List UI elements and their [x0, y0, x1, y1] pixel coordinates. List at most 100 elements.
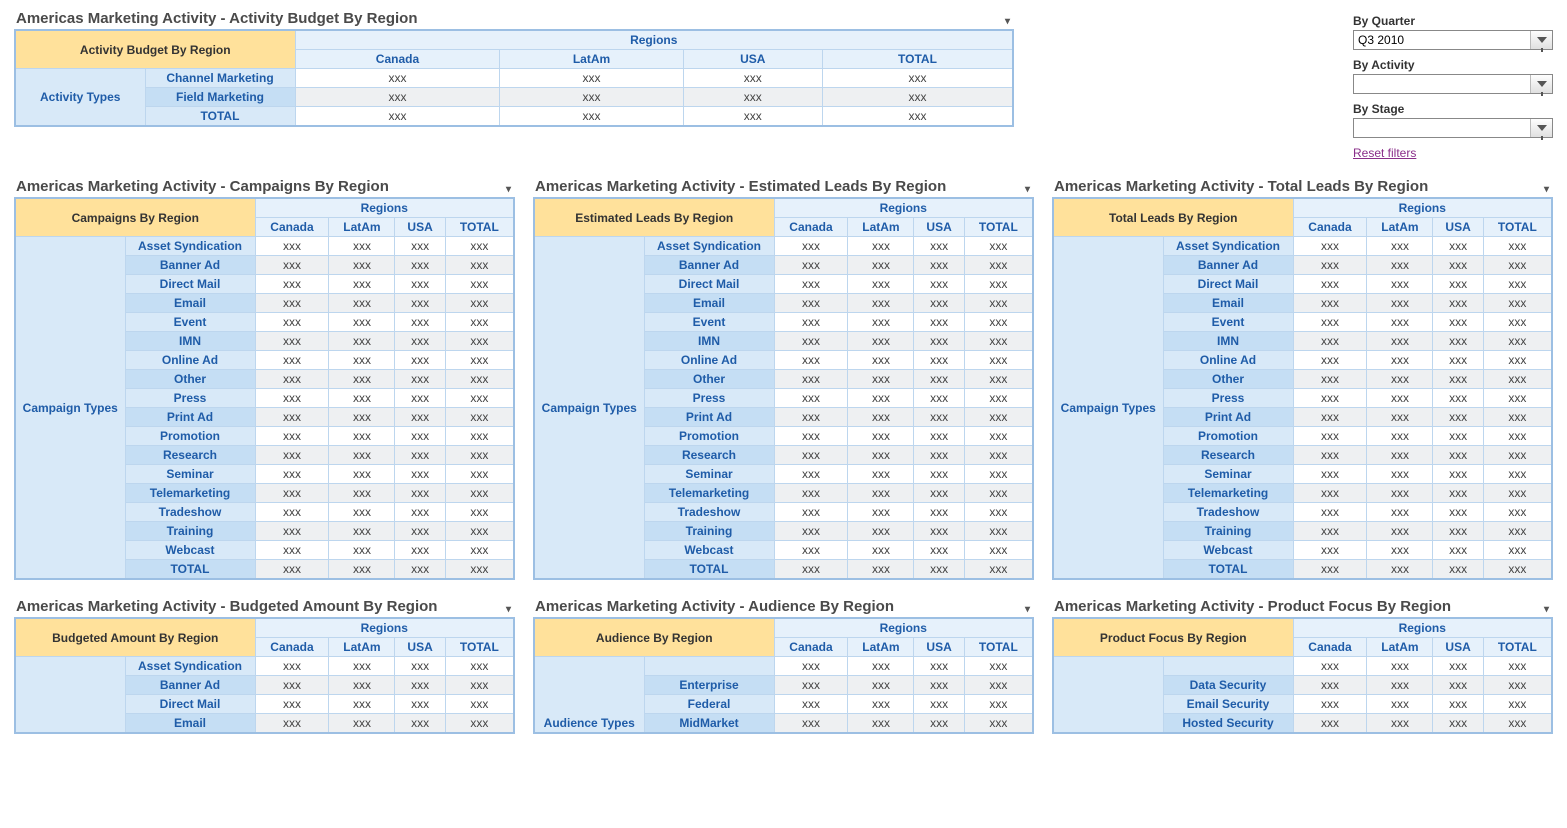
- row-header[interactable]: Direct Mail: [644, 275, 774, 294]
- row-header[interactable]: Event: [125, 313, 255, 332]
- row-header[interactable]: Print Ad: [125, 408, 255, 427]
- row-header[interactable]: Asset Syndication: [1163, 237, 1293, 256]
- column-header[interactable]: USA: [1433, 218, 1483, 237]
- column-header[interactable]: Canada: [1293, 218, 1367, 237]
- row-header[interactable]: IMN: [644, 332, 774, 351]
- row-header[interactable]: Seminar: [125, 465, 255, 484]
- row-header[interactable]: Enterprise: [644, 676, 774, 695]
- column-header[interactable]: USA: [395, 218, 445, 237]
- row-group-header[interactable]: Campaign Types: [534, 237, 644, 580]
- row-group-header[interactable]: Campaign Types: [1053, 237, 1163, 580]
- column-header[interactable]: LatAm: [329, 218, 395, 237]
- column-header[interactable]: LatAm: [1367, 218, 1433, 237]
- column-header[interactable]: USA: [683, 50, 822, 69]
- row-header[interactable]: Asset Syndication: [125, 237, 255, 256]
- widget-menu-icon[interactable]: ▾: [1021, 604, 1034, 615]
- row-header[interactable]: Banner Ad: [1163, 256, 1293, 275]
- widget-menu-icon[interactable]: ▾: [502, 184, 515, 195]
- row-header[interactable]: Research: [125, 446, 255, 465]
- row-header[interactable]: TOTAL: [145, 107, 295, 127]
- filter-quarter-input[interactable]: [1354, 31, 1530, 49]
- row-header[interactable]: Webcast: [125, 541, 255, 560]
- row-header[interactable]: IMN: [1163, 332, 1293, 351]
- row-header[interactable]: TOTAL: [125, 560, 255, 580]
- row-group-header[interactable]: [15, 657, 125, 734]
- row-header[interactable]: Banner Ad: [125, 676, 255, 695]
- row-header[interactable]: Banner Ad: [644, 256, 774, 275]
- row-header[interactable]: Seminar: [1163, 465, 1293, 484]
- row-header[interactable]: Online Ad: [125, 351, 255, 370]
- filter-quarter-button[interactable]: [1530, 31, 1552, 49]
- row-header[interactable]: TOTAL: [644, 560, 774, 580]
- column-header[interactable]: USA: [914, 218, 964, 237]
- filter-stage-button[interactable]: [1530, 119, 1552, 137]
- row-header[interactable]: Email: [1163, 294, 1293, 313]
- column-header[interactable]: LatAm: [848, 218, 914, 237]
- row-header[interactable]: Press: [644, 389, 774, 408]
- column-header[interactable]: Canada: [774, 218, 848, 237]
- row-header[interactable]: Research: [644, 446, 774, 465]
- column-header[interactable]: TOTAL: [1483, 218, 1552, 237]
- row-header[interactable]: Training: [644, 522, 774, 541]
- row-header[interactable]: TOTAL: [1163, 560, 1293, 580]
- row-header[interactable]: Online Ad: [644, 351, 774, 370]
- row-header[interactable]: Tradeshow: [644, 503, 774, 522]
- filter-activity-input[interactable]: [1354, 75, 1530, 93]
- column-header[interactable]: TOTAL: [445, 218, 514, 237]
- row-header[interactable]: Event: [644, 313, 774, 332]
- widget-menu-icon[interactable]: ▾: [1540, 604, 1553, 615]
- row-header[interactable]: Training: [125, 522, 255, 541]
- row-header[interactable]: Telemarketing: [644, 484, 774, 503]
- column-header[interactable]: USA: [395, 638, 445, 657]
- column-header[interactable]: TOTAL: [822, 50, 1013, 69]
- column-header[interactable]: TOTAL: [1483, 638, 1552, 657]
- row-header[interactable]: Other: [644, 370, 774, 389]
- row-header[interactable]: Direct Mail: [1163, 275, 1293, 294]
- row-header[interactable]: Email: [125, 714, 255, 734]
- row-header[interactable]: Telemarketing: [1163, 484, 1293, 503]
- filter-quarter[interactable]: [1353, 30, 1553, 50]
- row-header[interactable]: Direct Mail: [125, 695, 255, 714]
- row-header[interactable]: Training: [1163, 522, 1293, 541]
- row-group-header[interactable]: Campaign Types: [15, 237, 125, 580]
- row-header[interactable]: Press: [125, 389, 255, 408]
- row-header[interactable]: Seminar: [644, 465, 774, 484]
- column-header[interactable]: Canada: [774, 638, 848, 657]
- row-header[interactable]: Asset Syndication: [125, 657, 255, 676]
- row-header[interactable]: Print Ad: [644, 408, 774, 427]
- row-header[interactable]: Email: [644, 294, 774, 313]
- row-header[interactable]: Press: [1163, 389, 1293, 408]
- filter-activity[interactable]: [1353, 74, 1553, 94]
- row-header[interactable]: Hosted Security: [1163, 714, 1293, 734]
- filter-stage[interactable]: [1353, 118, 1553, 138]
- row-group-header[interactable]: Audience Types: [534, 657, 644, 734]
- row-header[interactable]: Federal: [644, 695, 774, 714]
- row-header[interactable]: Other: [1163, 370, 1293, 389]
- row-header[interactable]: Webcast: [644, 541, 774, 560]
- row-group-header[interactable]: Activity Types: [15, 69, 145, 127]
- row-header[interactable]: Channel Marketing: [145, 69, 295, 88]
- widget-menu-icon[interactable]: ▾: [1540, 184, 1553, 195]
- column-header[interactable]: LatAm: [848, 638, 914, 657]
- column-header[interactable]: TOTAL: [964, 218, 1033, 237]
- row-header[interactable]: Direct Mail: [125, 275, 255, 294]
- widget-menu-icon[interactable]: ▾: [1021, 184, 1034, 195]
- row-header[interactable]: Tradeshow: [1163, 503, 1293, 522]
- column-header[interactable]: LatAm: [329, 638, 395, 657]
- row-header[interactable]: Email: [125, 294, 255, 313]
- column-header[interactable]: USA: [1433, 638, 1483, 657]
- row-header[interactable]: Promotion: [1163, 427, 1293, 446]
- filter-activity-button[interactable]: [1530, 75, 1552, 93]
- column-header[interactable]: TOTAL: [964, 638, 1033, 657]
- row-header[interactable]: Research: [1163, 446, 1293, 465]
- reset-filters-link[interactable]: Reset filters: [1353, 146, 1416, 160]
- row-header[interactable]: [644, 657, 774, 676]
- row-header[interactable]: Print Ad: [1163, 408, 1293, 427]
- widget-menu-icon[interactable]: ▾: [502, 604, 515, 615]
- row-header[interactable]: Promotion: [644, 427, 774, 446]
- row-header[interactable]: [1163, 657, 1293, 676]
- column-header[interactable]: USA: [914, 638, 964, 657]
- row-header[interactable]: Telemarketing: [125, 484, 255, 503]
- filter-stage-input[interactable]: [1354, 119, 1530, 137]
- row-header[interactable]: Webcast: [1163, 541, 1293, 560]
